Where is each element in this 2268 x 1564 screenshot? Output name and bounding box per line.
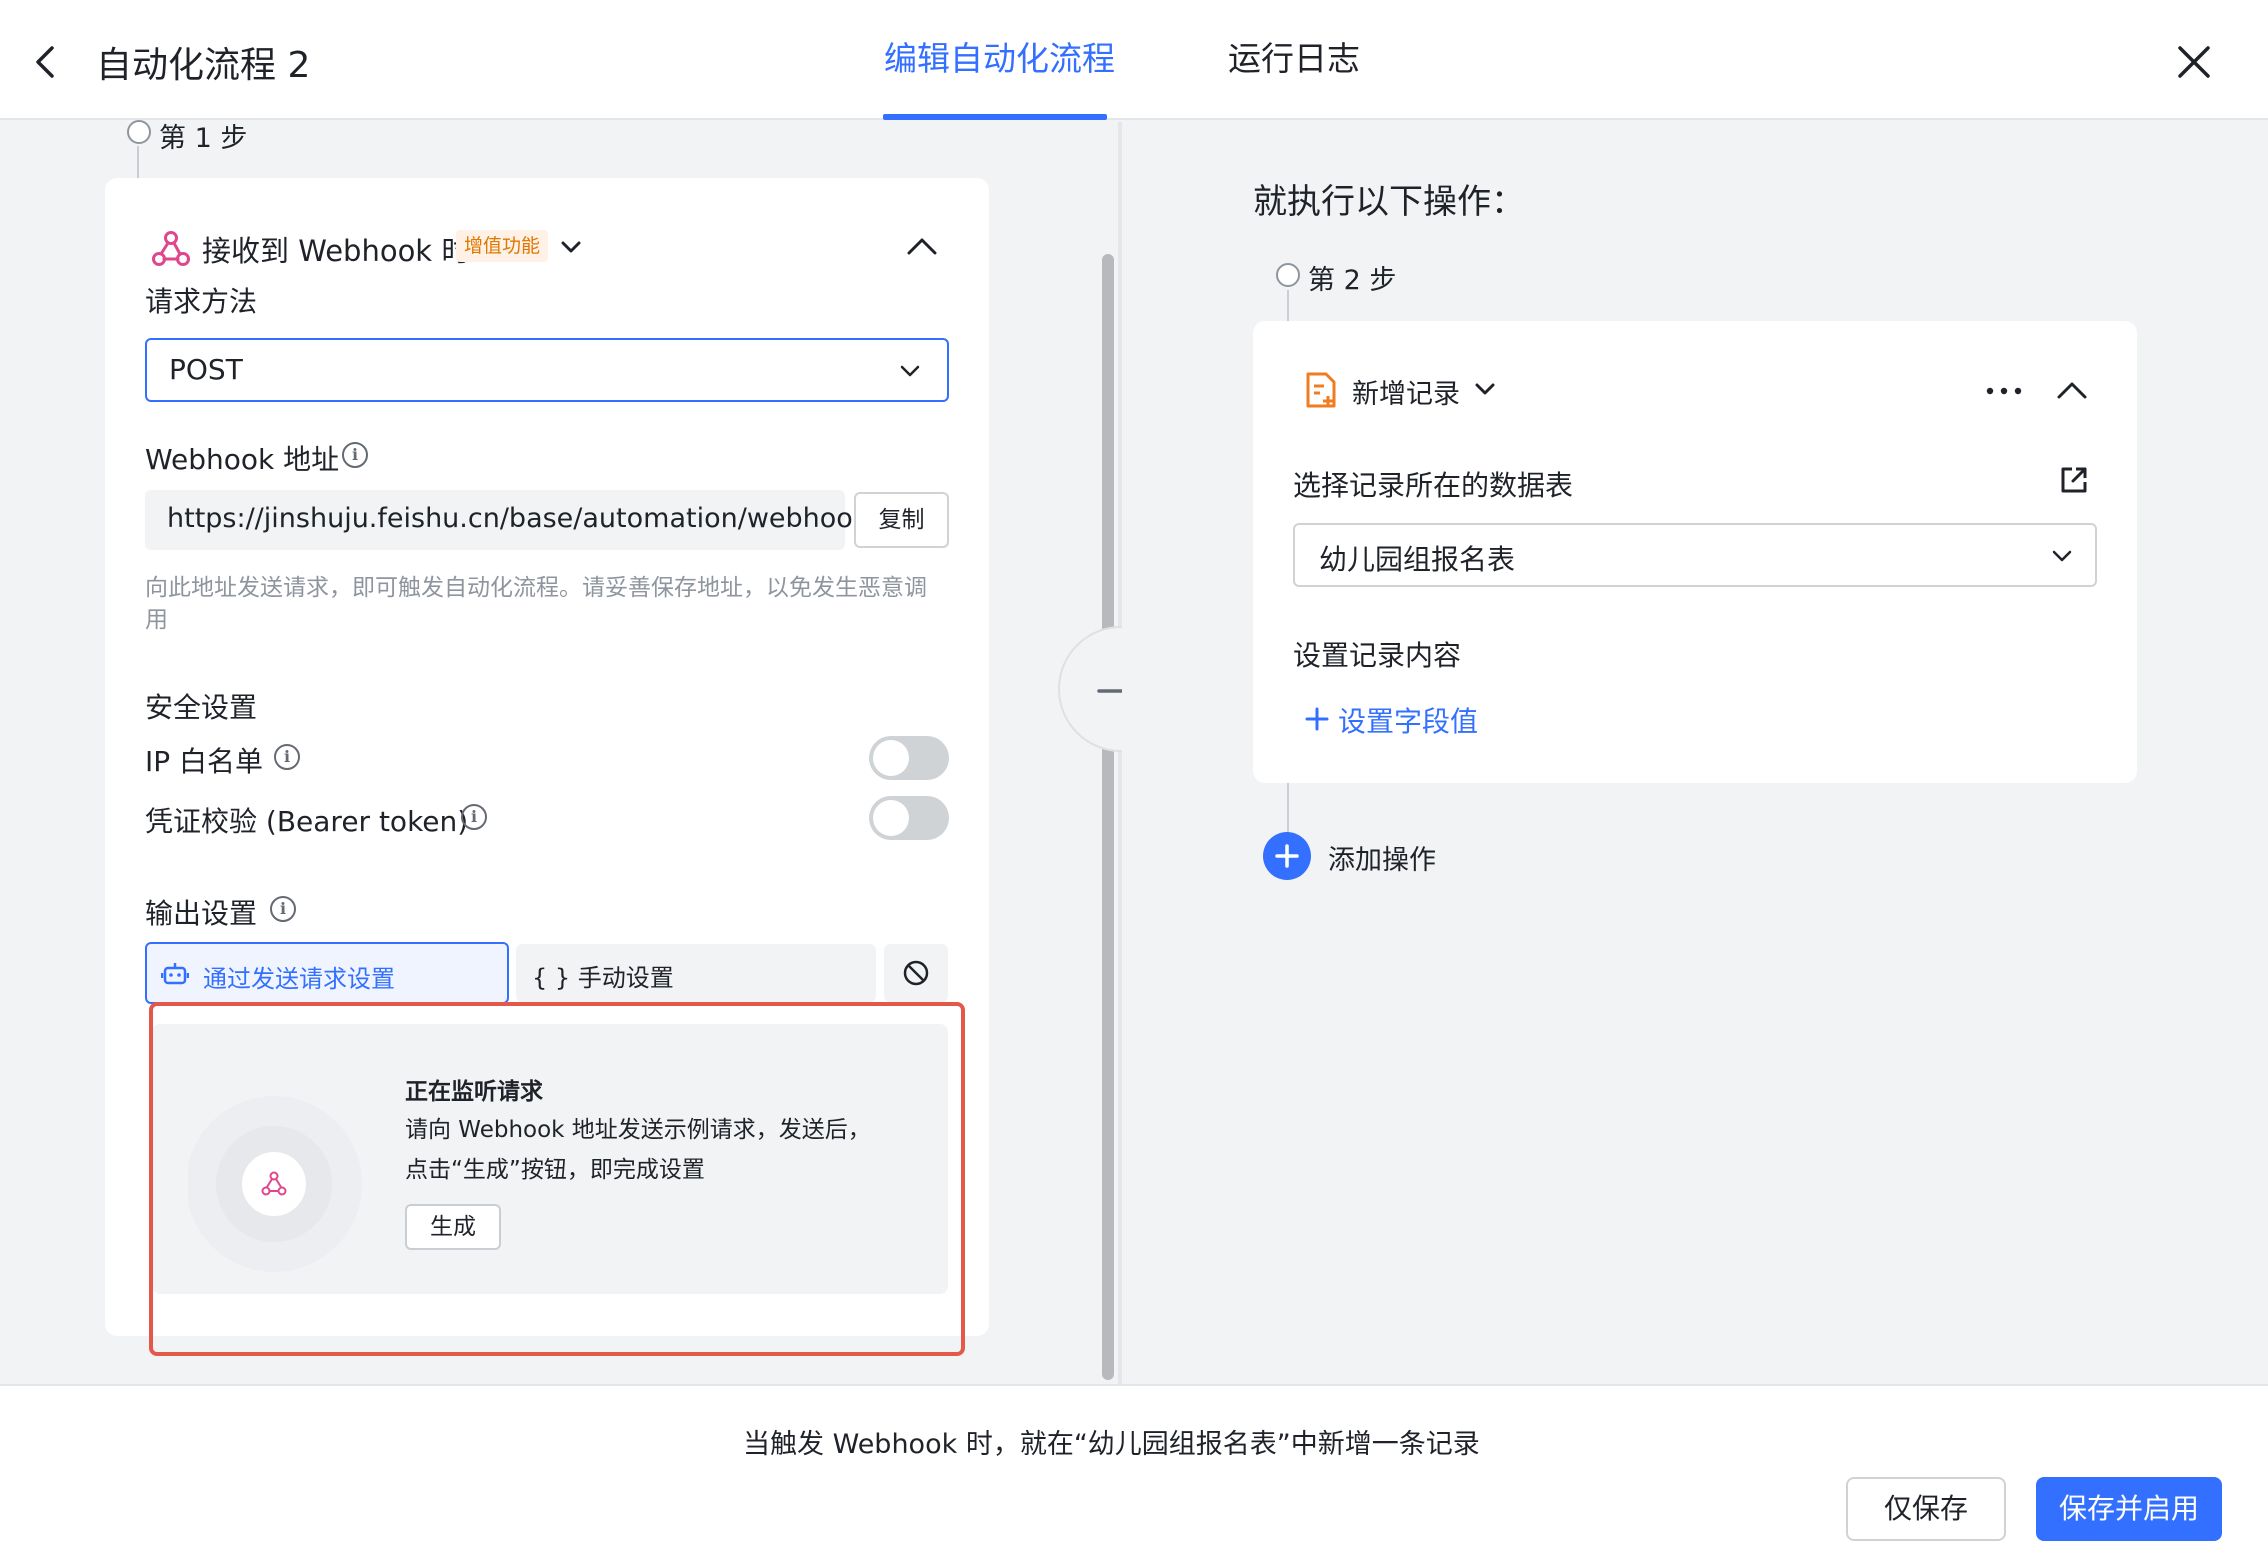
collapse-chevron-up-icon[interactable] <box>906 236 938 256</box>
info-icon[interactable]: i <box>274 744 300 770</box>
collapse-chevron-up-icon[interactable] <box>2056 380 2088 400</box>
record-content-label: 设置记录内容 <box>1293 639 1462 672</box>
output-option-request-label: 通过发送请求设置 <box>203 965 395 993</box>
plus-icon <box>1305 707 1329 731</box>
request-method-value: POST <box>169 353 243 386</box>
add-operation-label[interactable]: 添加操作 <box>1328 838 1436 877</box>
security-settings-title: 安全设置 <box>145 691 258 724</box>
tab-edit-automation[interactable]: 编辑自动化流程 <box>884 32 1115 80</box>
actions-section-title: 就执行以下操作： <box>1253 182 1525 222</box>
output-option-none[interactable] <box>884 944 948 1002</box>
output-option-request[interactable]: 通过发送请求设置 <box>145 942 509 1004</box>
trigger-title[interactable]: 接收到 Webhook 时 <box>202 228 470 270</box>
info-icon[interactable]: i <box>461 804 487 830</box>
back-arrow-icon[interactable] <box>28 38 64 86</box>
external-link-icon[interactable] <box>2058 464 2090 496</box>
chevron-down-icon <box>900 365 920 377</box>
save-only-button[interactable]: 仅保存 <box>1846 1477 2006 1541</box>
copy-button[interactable]: 复制 <box>854 492 949 548</box>
chevron-down-icon[interactable] <box>1474 382 1496 396</box>
request-method-label: 请求方法 <box>145 285 258 318</box>
add-operation-button[interactable] <box>1263 832 1311 880</box>
info-icon[interactable]: i <box>342 442 368 468</box>
toggle-knob <box>873 800 909 836</box>
table-select-label: 选择记录所在的数据表 <box>1293 469 1574 502</box>
table-select-value: 幼儿园组报名表 <box>1319 543 1516 576</box>
chevron-down-icon[interactable] <box>560 240 582 254</box>
page-title: 自动化流程 2 <box>96 45 311 86</box>
tab-run-log[interactable]: 运行日志 <box>1228 32 1360 80</box>
add-field-value-link[interactable]: 设置字段值 <box>1304 700 1478 740</box>
output-option-manual-label: { } 手动设置 <box>532 964 674 992</box>
active-tab-indicator <box>883 114 1107 120</box>
robot-icon <box>161 963 189 985</box>
info-icon[interactable]: i <box>270 896 296 922</box>
plus-icon <box>1275 844 1299 868</box>
webhook-icon <box>152 231 190 266</box>
add-record-icon <box>1306 372 1336 408</box>
bearer-token-toggle[interactable] <box>869 796 949 840</box>
ip-whitelist-toggle[interactable] <box>869 736 949 780</box>
step-1-dot <box>127 120 151 144</box>
ban-icon <box>903 960 929 986</box>
toggle-knob <box>873 740 909 776</box>
close-icon[interactable] <box>2172 40 2216 84</box>
step-2-label: 第 2 步 <box>1308 265 1397 296</box>
webhook-url-value: https://jinshuju.feishu.cn/base/automati… <box>167 503 869 534</box>
request-method-select[interactable]: POST <box>145 338 949 402</box>
flow-summary: 当触发 Webhook 时，就在“幼儿园组报名表”中新增一条记录 <box>743 1429 1480 1460</box>
add-field-value-label: 设置字段值 <box>1338 705 1479 738</box>
bearer-token-label: 凭证校验 (Bearer token) <box>145 805 469 838</box>
more-options-icon[interactable] <box>1984 376 2024 406</box>
header-bar: 自动化流程 2 编辑自动化流程 运行日志 <box>0 0 2268 120</box>
scrollbar-thumb[interactable] <box>1102 254 1114 1380</box>
action-title[interactable]: 新增记录 <box>1352 372 1460 411</box>
step-1-label: 第 1 步 <box>159 123 248 154</box>
webhook-url-hint: 向此地址发送请求，即可触发自动化流程。请妥善保存地址，以免发生恶意调用 <box>145 575 927 633</box>
output-option-manual[interactable]: { } 手动设置 <box>516 944 876 1002</box>
save-and-enable-button[interactable]: 保存并启用 <box>2036 1477 2222 1541</box>
chevron-down-icon <box>2052 550 2072 562</box>
table-select[interactable]: 幼儿园组报名表 <box>1293 523 2097 587</box>
webhook-url-field[interactable]: https://jinshuju.feishu.cn/base/automati… <box>145 490 868 550</box>
step-connector <box>137 146 139 180</box>
ip-whitelist-label: IP 白名单 <box>145 745 264 778</box>
output-settings-title: 输出设置 <box>145 897 258 930</box>
premium-badge: 增值功能 <box>456 230 549 262</box>
highlight-frame <box>149 1002 965 1356</box>
webhook-url-label: Webhook 地址 <box>145 443 340 476</box>
step-2-dot <box>1276 263 1300 287</box>
